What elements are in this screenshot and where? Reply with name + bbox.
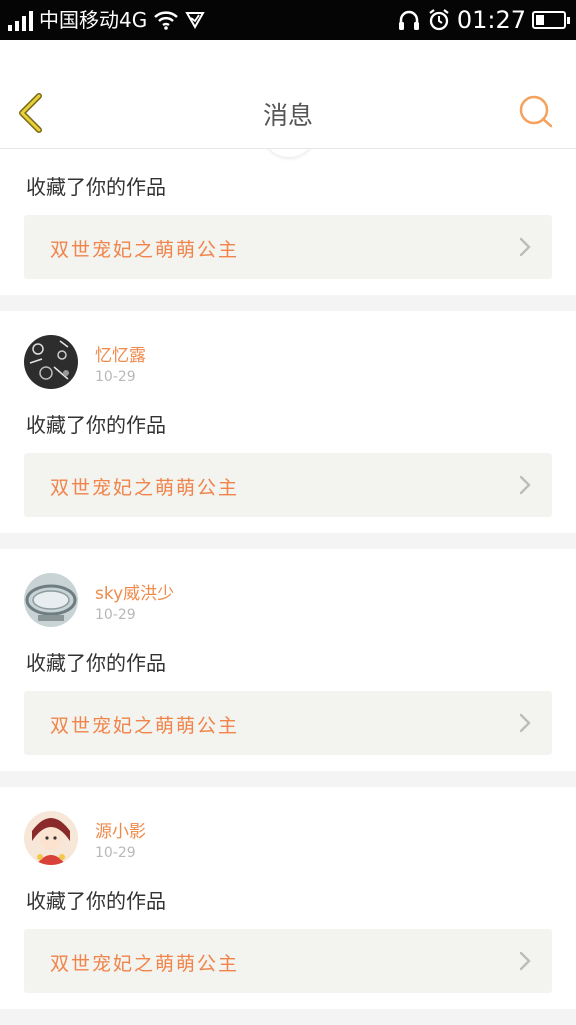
work-link[interactable]: 双世宠妃之萌萌公主 (24, 929, 552, 993)
message-date: 10-29 (95, 369, 136, 385)
top-nav-bar: 消息 (0, 40, 576, 149)
work-link[interactable]: 双世宠妃之萌萌公主 (24, 691, 552, 755)
work-link[interactable]: 双世宠妃之萌萌公主 (24, 453, 552, 517)
avatar[interactable] (24, 811, 78, 865)
username[interactable]: sky威洪少 (95, 579, 174, 604)
alarm-icon (429, 9, 449, 31)
message-date: 10-29 (95, 607, 136, 623)
work-title: 双世宠妃之萌萌公主 (50, 715, 240, 737)
divider (0, 1009, 576, 1025)
carrier-label: 中国移动4G (39, 8, 148, 32)
search-icon[interactable] (518, 94, 554, 130)
work-link[interactable]: 双世宠妃之萌萌公主 (24, 215, 552, 279)
message-item: 源小影 10-29 收藏了你的作品 双世宠妃之萌萌公主 (0, 787, 576, 1009)
message-item: 收藏了你的作品 双世宠妃之萌萌公主 (0, 127, 576, 295)
avatar[interactable] (24, 335, 78, 389)
vpn-shield-icon (185, 12, 205, 30)
message-action-text: 收藏了你的作品 (26, 889, 166, 913)
divider (0, 295, 576, 311)
work-title: 双世宠妃之萌萌公主 (50, 239, 240, 261)
divider (0, 533, 576, 549)
username[interactable]: 源小影 (95, 817, 146, 842)
message-action-text: 收藏了你的作品 (26, 413, 166, 437)
signal-icon (8, 9, 33, 31)
wifi-icon (154, 11, 179, 30)
message-action-text: 收藏了你的作品 (26, 651, 166, 675)
divider (0, 771, 576, 787)
avatar[interactable] (24, 573, 78, 627)
message-list: 收藏了你的作品 双世宠妃之萌萌公主 忆忆露 10-29 收藏了你的作品 双世宠妃… (0, 127, 576, 1025)
work-title: 双世宠妃之萌萌公主 (50, 953, 240, 975)
chevron-right-icon (519, 237, 531, 257)
battery-icon (532, 11, 570, 29)
headphones-icon (398, 10, 419, 30)
chevron-right-icon (519, 475, 531, 495)
username[interactable]: 忆忆露 (95, 341, 146, 366)
page-title: 消息 (262, 101, 313, 130)
chevron-right-icon (519, 713, 531, 733)
message-item: sky威洪少 10-29 收藏了你的作品 双世宠妃之萌萌公主 (0, 549, 576, 771)
work-title: 双世宠妃之萌萌公主 (50, 477, 240, 499)
clock-time: 01:27 (456, 6, 526, 34)
status-bar: 中国移动4G 01:27 (0, 0, 576, 40)
message-action-text: 收藏了你的作品 (26, 175, 166, 199)
message-date: 10-29 (95, 845, 136, 861)
chevron-right-icon (519, 951, 531, 971)
message-item: 忆忆露 10-29 收藏了你的作品 双世宠妃之萌萌公主 (0, 311, 576, 533)
